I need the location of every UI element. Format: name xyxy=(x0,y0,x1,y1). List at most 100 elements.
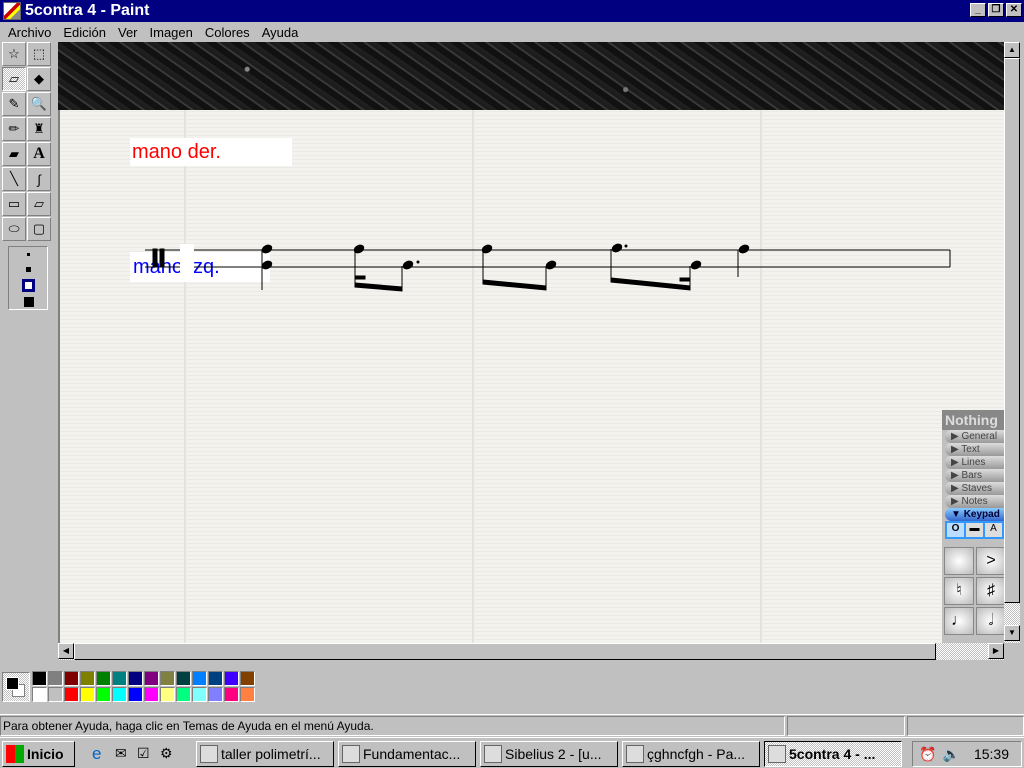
sibelius-section-notes[interactable]: ▶ Notes xyxy=(945,495,1004,508)
keypad-tab-1[interactable]: O xyxy=(947,523,964,537)
color-swatch[interactable] xyxy=(176,687,191,702)
free-select-tool[interactable]: ☆ xyxy=(2,42,26,66)
color-swatch[interactable] xyxy=(48,671,63,686)
fill-tool[interactable]: ◆ xyxy=(27,67,51,91)
keypad-key[interactable]: ♮ xyxy=(944,577,974,605)
taskbar-task[interactable]: Sibelius 2 - [u... xyxy=(480,741,618,767)
keypad-key[interactable]: > xyxy=(976,547,1004,575)
color-swatch[interactable] xyxy=(96,687,111,702)
color-swatch[interactable] xyxy=(64,687,79,702)
rectangle-tool[interactable]: ▭ xyxy=(2,192,26,216)
drawing-canvas[interactable]: mano der. mano izq. xyxy=(60,110,1004,643)
color-swatch[interactable] xyxy=(192,671,207,686)
sibelius-section-lines[interactable]: ▶ Lines xyxy=(945,456,1004,469)
start-button[interactable]: Inicio xyxy=(2,741,75,767)
polygon-tool[interactable]: ▱ xyxy=(27,192,51,216)
color-swatch[interactable] xyxy=(160,687,175,702)
keypad-key[interactable]: ♯ xyxy=(976,577,1004,605)
pick-color-tool[interactable]: ✎ xyxy=(2,92,26,116)
rect-select-tool[interactable]: ⬚ xyxy=(27,42,51,66)
color-swatch[interactable] xyxy=(112,687,127,702)
menu-imagen[interactable]: Imagen xyxy=(144,25,199,40)
taskbar-task[interactable]: çghncfgh - Pa... xyxy=(622,741,760,767)
color-swatch[interactable] xyxy=(128,687,143,702)
pencil-tool[interactable]: ✏ xyxy=(2,117,26,141)
task-label: çghncfgh - Pa... xyxy=(647,746,746,762)
scroll-right-button[interactable]: ▶ xyxy=(988,643,1004,659)
menu-ayuda[interactable]: Ayuda xyxy=(256,25,305,40)
vertical-scroll-thumb[interactable] xyxy=(1004,58,1020,603)
paint-app-icon[interactable] xyxy=(3,2,21,20)
menu-colores[interactable]: Colores xyxy=(199,25,256,40)
sibelius-section-staves[interactable]: ▶ Staves xyxy=(945,482,1004,495)
eraser-tool[interactable]: ▱ xyxy=(2,67,26,91)
color-swatch[interactable] xyxy=(160,671,175,686)
menu-archivo[interactable]: Archivo xyxy=(2,25,57,40)
task-app-icon xyxy=(626,745,644,763)
keypad-tab-3[interactable]: A xyxy=(985,523,1002,537)
color-swatch[interactable] xyxy=(224,671,239,686)
sibelius-section-general[interactable]: ▶ General xyxy=(945,430,1004,443)
outlook-express-icon[interactable]: ✉ xyxy=(115,745,127,762)
ellipse-tool[interactable]: ⬭ xyxy=(2,217,26,241)
color-swatch[interactable] xyxy=(80,671,95,686)
close-button[interactable]: ✕ xyxy=(1006,3,1022,17)
menu-edicion[interactable]: Edición xyxy=(57,25,112,40)
color-swatch[interactable] xyxy=(96,671,111,686)
ie-icon[interactable]: e xyxy=(92,744,101,764)
scroll-up-button[interactable]: ▲ xyxy=(1004,42,1020,58)
show-desktop-icon[interactable]: ☑ xyxy=(137,745,150,762)
airbrush-tool[interactable]: ▰ xyxy=(2,142,26,166)
sibelius-keypad-panel[interactable]: Nothing ▶ General ▶ Text ▶ Lines ▶ Bars ▶ St… xyxy=(942,410,1004,643)
keypad-key[interactable]: ♩ xyxy=(944,607,974,635)
color-swatch[interactable] xyxy=(208,671,223,686)
horizontal-scrollbar[interactable]: ◀ ▶ xyxy=(58,643,1004,660)
vertical-scrollbar[interactable]: ▲ ▼ xyxy=(1004,42,1020,643)
color-swatch[interactable] xyxy=(240,671,255,686)
color-swatch[interactable] xyxy=(144,687,159,702)
scheduler-icon[interactable]: ⏰ xyxy=(919,746,936,763)
taskbar-task[interactable]: taller polimetrí... xyxy=(196,741,334,767)
keypad-key[interactable]: 𝅗𝅥 xyxy=(976,607,1004,635)
volume-icon[interactable]: 🔈 xyxy=(943,746,960,763)
rounded-rectangle-tool[interactable]: ▢ xyxy=(27,217,51,241)
color-swatch[interactable] xyxy=(32,687,47,702)
curve-tool[interactable]: ∫ xyxy=(27,167,51,191)
tool-options[interactable] xyxy=(8,246,48,310)
windows-logo-icon xyxy=(6,745,24,763)
keypad-key[interactable] xyxy=(944,547,974,575)
sibelius-section-text[interactable]: ▶ Text xyxy=(945,443,1004,456)
sibelius-section-keypad[interactable]: ▼ Keypad xyxy=(945,508,1004,521)
taskbar-task[interactable]: Fundamentac... xyxy=(338,741,476,767)
text-tool[interactable]: A xyxy=(27,142,51,166)
brush-tool[interactable]: ♜ xyxy=(27,117,51,141)
menu-ver[interactable]: Ver xyxy=(112,25,144,40)
color-swatch[interactable] xyxy=(240,687,255,702)
magnifier-tool[interactable]: 🔍 xyxy=(27,92,51,116)
color-swatch[interactable] xyxy=(208,687,223,702)
restore-button[interactable]: ❐ xyxy=(988,3,1004,17)
taskbar-task[interactable]: 5contra 4 - ... xyxy=(764,741,902,767)
color-swatch[interactable] xyxy=(48,687,63,702)
line-tool[interactable]: ╲ xyxy=(2,167,26,191)
color-swatch[interactable] xyxy=(128,671,143,686)
color-swatch[interactable] xyxy=(32,671,47,686)
scroll-left-button[interactable]: ◀ xyxy=(58,643,74,659)
color-swatch[interactable] xyxy=(176,671,191,686)
task-app-icon xyxy=(484,745,502,763)
current-colors[interactable] xyxy=(2,672,30,702)
horizontal-scroll-thumb[interactable] xyxy=(74,643,936,660)
title-bar: 5contra 4 - Paint _ ❐ ✕ xyxy=(0,0,1024,22)
color-swatch[interactable] xyxy=(112,671,127,686)
color-swatch[interactable] xyxy=(64,671,79,686)
scroll-down-button[interactable]: ▼ xyxy=(1004,625,1020,641)
color-swatch[interactable] xyxy=(192,687,207,702)
channels-icon[interactable]: ⚙ xyxy=(160,745,173,762)
canvas-area[interactable]: mano der. mano izq. xyxy=(58,42,1004,643)
color-swatch[interactable] xyxy=(80,687,95,702)
minimize-button[interactable]: _ xyxy=(970,3,986,17)
color-swatch[interactable] xyxy=(224,687,239,702)
sibelius-section-bars[interactable]: ▶ Bars xyxy=(945,469,1004,482)
color-swatch[interactable] xyxy=(144,671,159,686)
keypad-tab-2[interactable]: ▬ xyxy=(966,523,983,537)
